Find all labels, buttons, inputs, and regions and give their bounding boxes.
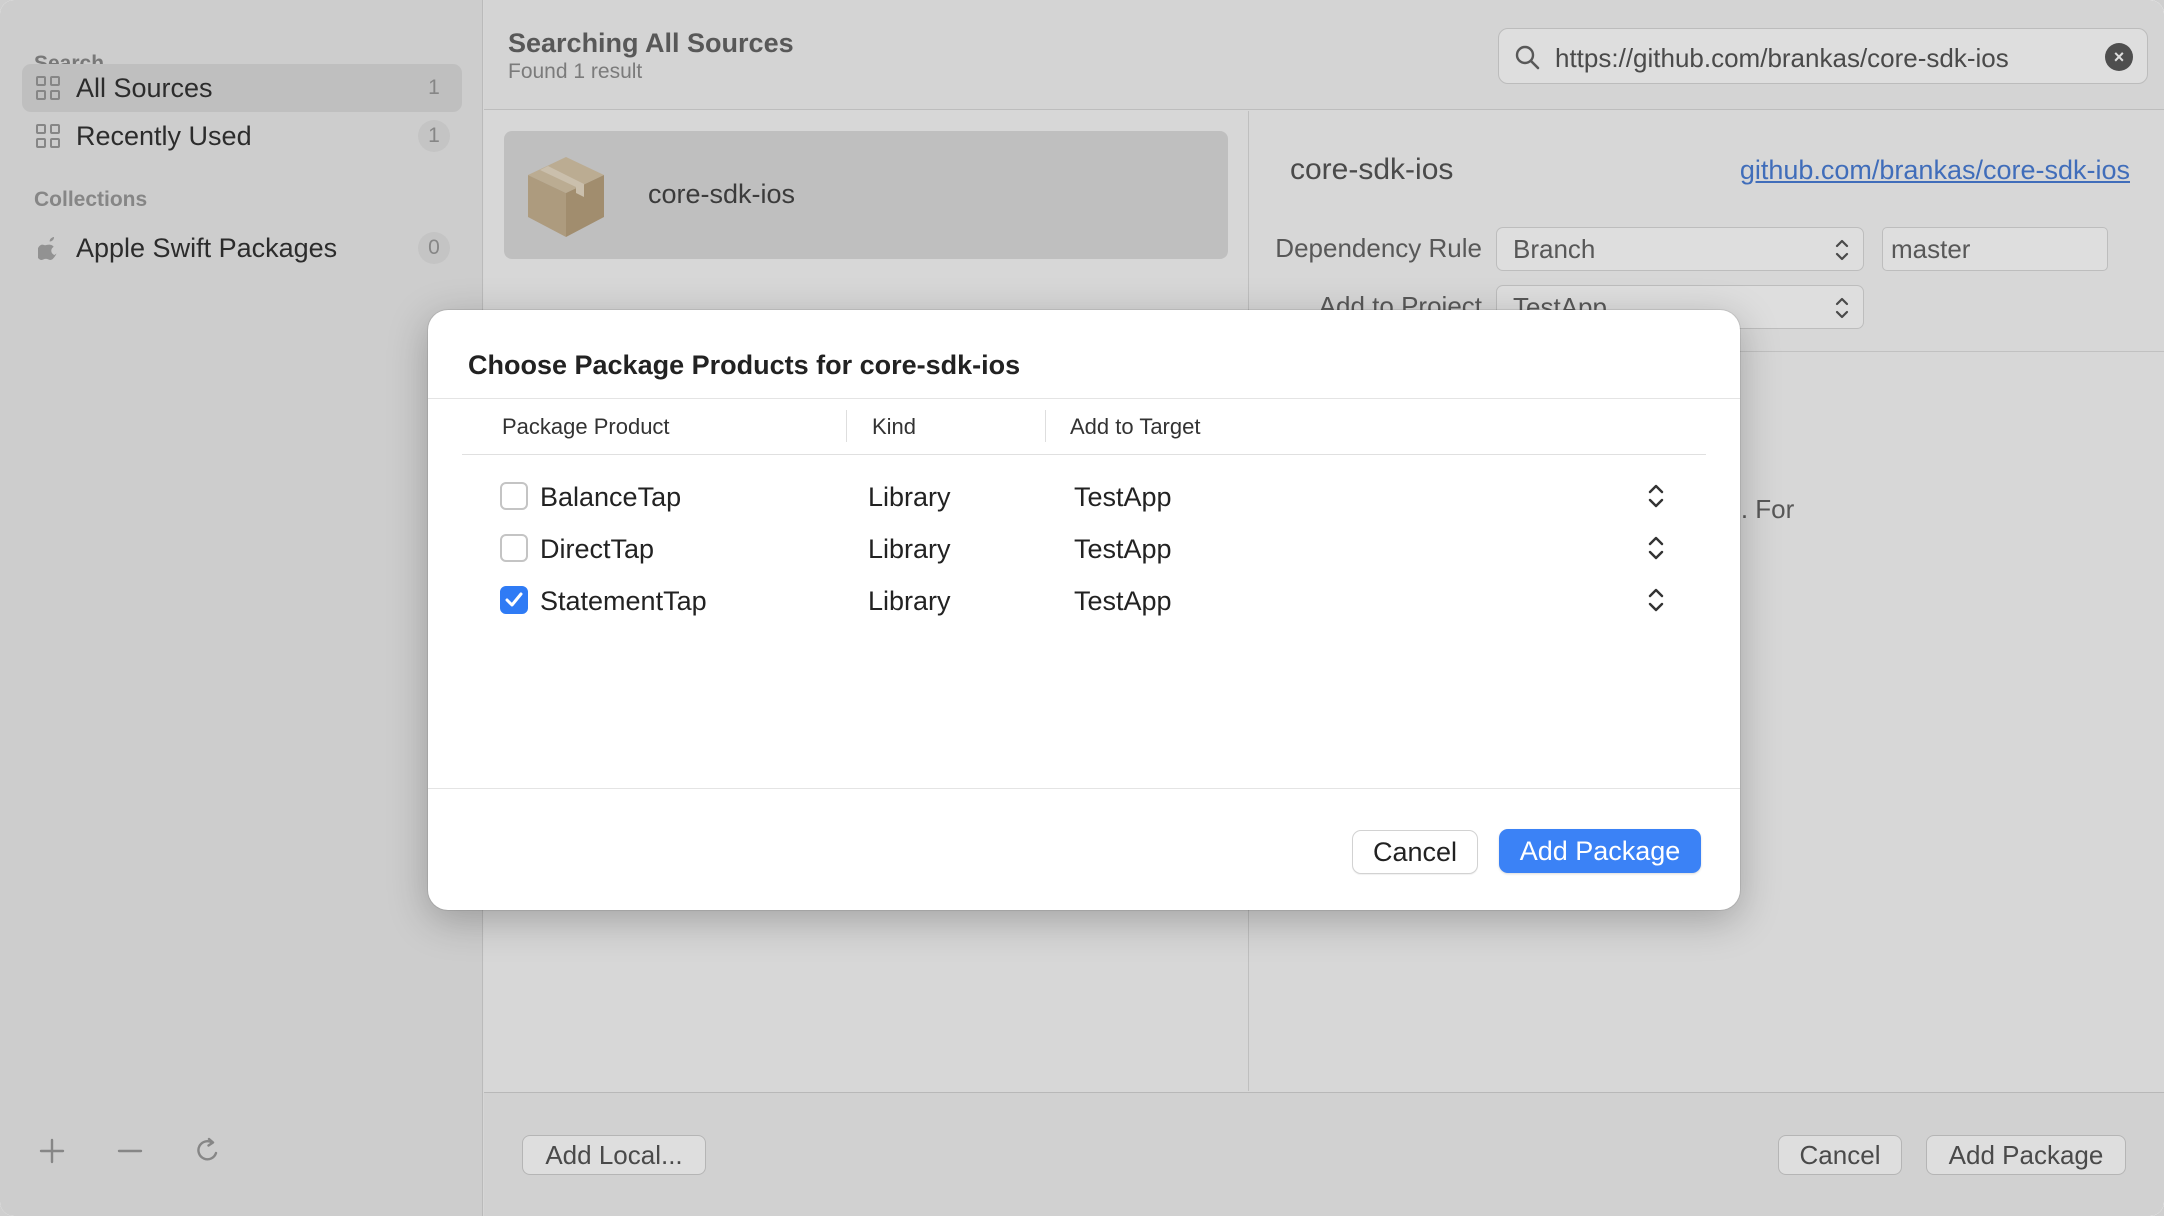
- product-kind: Library: [868, 482, 951, 512]
- sheet-add-package-button[interactable]: Add Package: [1499, 829, 1701, 873]
- chevron-updown-icon[interactable]: [1646, 584, 1666, 616]
- table-row: DirectTap Library TestApp: [428, 522, 1740, 574]
- product-checkbox[interactable]: [500, 482, 528, 510]
- sheet-cancel-button[interactable]: Cancel: [1352, 830, 1478, 874]
- column-header-add-to-target[interactable]: Add to Target: [1070, 414, 1200, 440]
- column-divider: [846, 410, 847, 442]
- product-name: BalanceTap: [540, 482, 682, 512]
- column-header-package-product[interactable]: Package Product: [502, 414, 670, 440]
- product-checkbox[interactable]: [500, 534, 528, 562]
- chevron-updown-icon[interactable]: [1646, 532, 1666, 564]
- product-checkbox[interactable]: [500, 586, 528, 614]
- column-divider: [1045, 410, 1046, 442]
- choose-products-sheet: Choose Package Products for core-sdk-ios…: [428, 310, 1740, 910]
- product-kind: Library: [868, 586, 951, 616]
- divider: [462, 454, 1706, 455]
- product-kind: Library: [868, 534, 951, 564]
- table-row: StatementTap Library TestApp: [428, 574, 1740, 626]
- target-popup[interactable]: TestApp: [1074, 482, 1172, 513]
- divider: [428, 788, 1740, 789]
- sheet-title: Choose Package Products for core-sdk-ios: [468, 350, 1021, 380]
- target-popup[interactable]: TestApp: [1074, 534, 1172, 565]
- product-name: StatementTap: [540, 586, 707, 616]
- checkmark-icon: [505, 592, 523, 607]
- table-row: BalanceTap Library TestApp: [428, 470, 1740, 522]
- chevron-updown-icon[interactable]: [1646, 480, 1666, 512]
- product-name: DirectTap: [540, 534, 655, 564]
- target-popup[interactable]: TestApp: [1074, 586, 1172, 617]
- column-header-kind[interactable]: Kind: [872, 414, 916, 440]
- divider: [428, 398, 1740, 399]
